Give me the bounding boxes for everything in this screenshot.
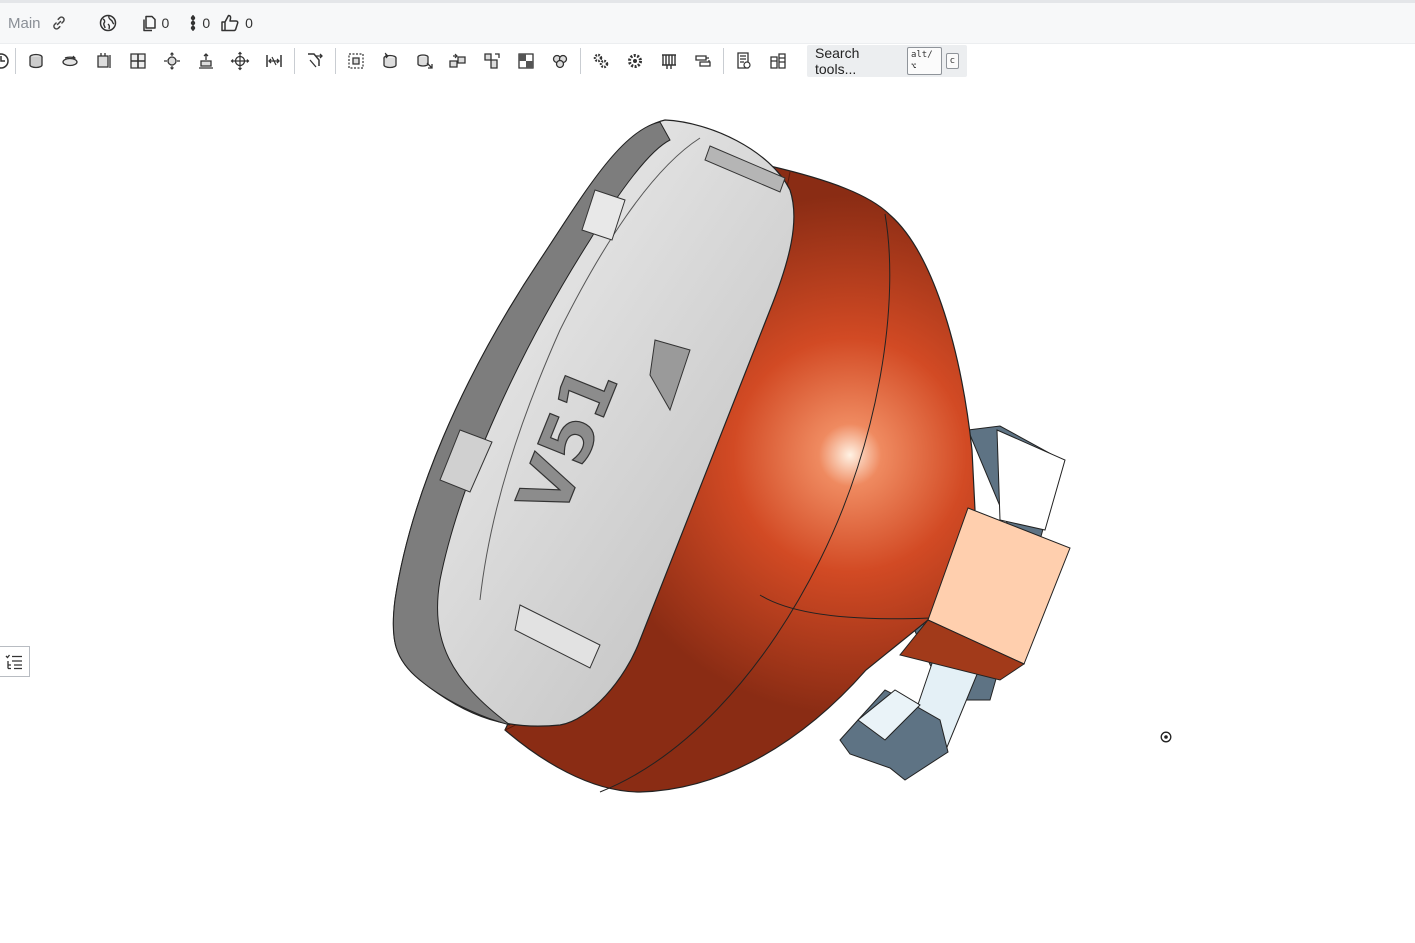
toolbar-separator [335,48,336,74]
revolve-icon [62,55,78,67]
document-header: Main 0 0 0 [0,3,1415,44]
toolbar-mate-connector-button[interactable] [584,46,618,76]
toolbar-loft-button[interactable] [121,46,155,76]
toolbar-sweep-button[interactable] [87,46,121,76]
toolbar-fillet-button[interactable] [223,46,257,76]
toolbar-modify-fillet-button[interactable] [543,46,577,76]
toolbar-delete-part-button[interactable] [509,46,543,76]
toolbar-pattern-button[interactable] [441,46,475,76]
drawing-icon [737,52,751,69]
version-dots-icon [189,14,197,32]
sheet-metal-icon [695,55,711,67]
toolbar-separator [294,48,295,74]
gears-icon [593,53,609,69]
toolbar-transform-button[interactable] [407,46,441,76]
toolbar-mirror-button[interactable] [475,46,509,76]
delete-part-icon [518,53,534,69]
toolbar-gear-button[interactable] [618,46,652,76]
toolbar-chamfer-button[interactable] [257,46,291,76]
toolbar-shell-button[interactable] [298,46,332,76]
boolean-icon [348,53,364,69]
search-tools-placeholder: Search tools... [815,45,860,77]
files-counter[interactable]: 0 [141,15,170,32]
extrude-icon [29,53,43,69]
toolbar-hole-button[interactable] [652,46,686,76]
chamfer-icon [266,55,282,67]
toolbar-extrude-button[interactable] [19,46,53,76]
fillet-icon [230,51,250,71]
graphics-viewport[interactable]: V51 [0,80,1415,938]
thicken-icon [164,52,180,70]
view-pivot-icon[interactable] [1160,731,1172,743]
loft-icon [130,53,146,69]
enclose-icon [199,53,213,69]
versions-count: 0 [202,15,211,31]
toolbar-sheet-metal-button[interactable] [686,46,720,76]
toolbar-boolean-button[interactable] [339,46,373,76]
pattern-icon [449,53,466,68]
likes-counter[interactable]: 0 [220,14,253,32]
gear-icon [628,54,642,68]
shortcut-modifier-key: alt/⌥ [906,47,942,75]
toolbar-split-button[interactable] [373,46,407,76]
feature-toolbar: Search tools... alt/⌥ c [0,44,1415,78]
shortcut-key: c [945,53,959,69]
toolbar-enclose-button[interactable] [189,46,223,76]
toolbar-separator [580,48,581,74]
shell-icon [308,53,323,68]
document-name[interactable]: Main [8,15,41,32]
transform-icon [417,54,433,69]
likes-count: 0 [245,15,253,31]
toolbar-separator [723,48,724,74]
files-count: 0 [161,15,170,31]
toolbar-variable-button[interactable] [761,46,795,76]
toolbar-drawing-button[interactable] [727,46,761,76]
split-icon [383,52,397,69]
thread-icon [662,54,676,69]
document-copy-icon [141,15,157,32]
mirror-icon [484,53,500,69]
toolbar-thicken-button[interactable] [155,46,189,76]
thumbs-up-icon [220,14,240,32]
3d-model[interactable]: V51 [0,80,1415,938]
globe-icon[interactable] [99,14,117,32]
toolbar-separator [15,48,16,74]
sweep-icon [97,53,111,68]
link-icon[interactable] [51,15,67,31]
versions-counter[interactable]: 0 [189,14,210,32]
modify-fillet-icon [552,54,568,69]
search-tools-input[interactable]: Search tools... alt/⌥ c [807,45,967,77]
toolbar-history-button[interactable] [0,46,12,76]
variable-table-icon [770,53,786,69]
toolbar-revolve-button[interactable] [53,46,87,76]
history-icon [0,53,9,69]
